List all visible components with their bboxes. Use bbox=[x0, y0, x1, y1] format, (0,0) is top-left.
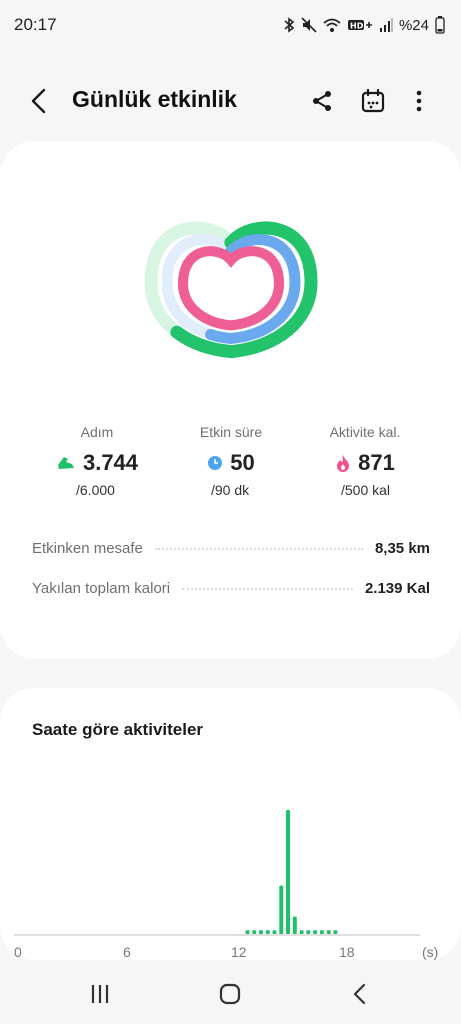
shoe-icon bbox=[57, 457, 74, 469]
x-tick-label: 0 bbox=[14, 944, 22, 960]
mute-icon bbox=[301, 17, 317, 33]
calendar-icon bbox=[361, 88, 385, 113]
battery-level: %24 bbox=[398, 16, 429, 34]
activity-bar bbox=[299, 930, 304, 934]
total-calories-value: 2.139 Kal bbox=[364, 580, 430, 597]
bluetooth-icon bbox=[284, 17, 295, 33]
total-calories-row: Yakılan toplam kalori 2.139 Kal bbox=[32, 580, 430, 597]
distance-value: 8,35 km bbox=[374, 540, 430, 557]
home-button[interactable] bbox=[210, 978, 250, 1010]
svg-text:HD: HD bbox=[350, 22, 364, 31]
activity-bar bbox=[265, 930, 270, 934]
activity-bar bbox=[306, 930, 311, 934]
app-bar: Günlük etkinlik bbox=[0, 70, 461, 130]
active-time-label: Etkin süre bbox=[199, 424, 263, 440]
activity-bar bbox=[272, 930, 277, 934]
activity-bar bbox=[292, 916, 297, 934]
share-button[interactable] bbox=[305, 84, 339, 118]
activity-bar bbox=[313, 930, 318, 934]
x-tick-label: 12 bbox=[231, 944, 247, 960]
dotted-leader bbox=[182, 587, 353, 590]
hourly-activity-title: Saate göre aktiviteler bbox=[32, 720, 204, 739]
steps-label: Adım bbox=[80, 424, 114, 440]
flame-icon bbox=[337, 455, 350, 472]
hd-voice-icon: HD bbox=[347, 20, 372, 31]
activity-bar bbox=[319, 930, 324, 934]
calories-value: 871 bbox=[358, 450, 395, 475]
home-icon bbox=[219, 983, 241, 1005]
calories-ring-progress bbox=[177, 246, 285, 331]
status-icons: HD %24 bbox=[283, 16, 445, 34]
activity-bar bbox=[326, 930, 331, 934]
calories-label: Aktivite kal. bbox=[329, 424, 401, 440]
active-time-goal: /90 dk bbox=[211, 482, 250, 498]
activity-bar bbox=[245, 930, 250, 934]
system-nav-bar bbox=[0, 964, 461, 1024]
activity-bar bbox=[333, 930, 338, 934]
recent-apps-button[interactable] bbox=[80, 978, 120, 1010]
total-calories-label: Yakılan toplam kalori bbox=[32, 580, 171, 597]
recent-apps-icon bbox=[91, 985, 109, 1003]
battery-icon bbox=[435, 16, 445, 34]
steps-goal: /6.000 bbox=[76, 482, 115, 498]
share-icon bbox=[313, 91, 331, 111]
status-time: 20:17 bbox=[14, 15, 57, 34]
activity-bar bbox=[259, 930, 263, 934]
back-nav-button[interactable] bbox=[340, 978, 380, 1010]
back-button[interactable] bbox=[22, 84, 56, 118]
status-bar: 20:17 HD %24 bbox=[0, 0, 461, 50]
activity-bar bbox=[286, 810, 290, 934]
distance-label: Etkinken mesafe bbox=[32, 540, 143, 557]
distance-row: Etkinken mesafe 8,35 km bbox=[32, 540, 430, 557]
hourly-activity-chart bbox=[14, 810, 420, 936]
dotted-leader bbox=[154, 547, 363, 550]
calories-stat: Aktivite kal. 871 /500 kal bbox=[300, 424, 430, 498]
x-tick-label: 6 bbox=[123, 944, 131, 960]
activity-bar bbox=[252, 930, 257, 934]
activity-bar bbox=[279, 885, 284, 934]
steps-value: 3.744 bbox=[82, 450, 139, 475]
calendar-button[interactable] bbox=[356, 84, 390, 118]
x-axis-unit: (s) bbox=[422, 944, 439, 960]
more-vertical-icon bbox=[416, 90, 422, 112]
back-icon bbox=[353, 983, 366, 1005]
arrow-left-icon bbox=[31, 88, 46, 114]
wifi-icon bbox=[323, 18, 341, 32]
more-options-button[interactable] bbox=[402, 84, 436, 118]
activity-rings bbox=[144, 221, 318, 359]
clock-icon bbox=[208, 456, 223, 470]
active-time-stat: Etkin süre 50 /90 dk bbox=[166, 424, 296, 498]
x-tick-label: 18 bbox=[339, 944, 355, 960]
page-title: Günlük etkinlik bbox=[72, 86, 237, 112]
active-time-value: 50 bbox=[230, 450, 255, 475]
steps-stat: Adım 3.744 /6.000 bbox=[32, 424, 162, 498]
calories-goal: /500 kal bbox=[341, 482, 391, 498]
signal-icon bbox=[379, 18, 393, 32]
